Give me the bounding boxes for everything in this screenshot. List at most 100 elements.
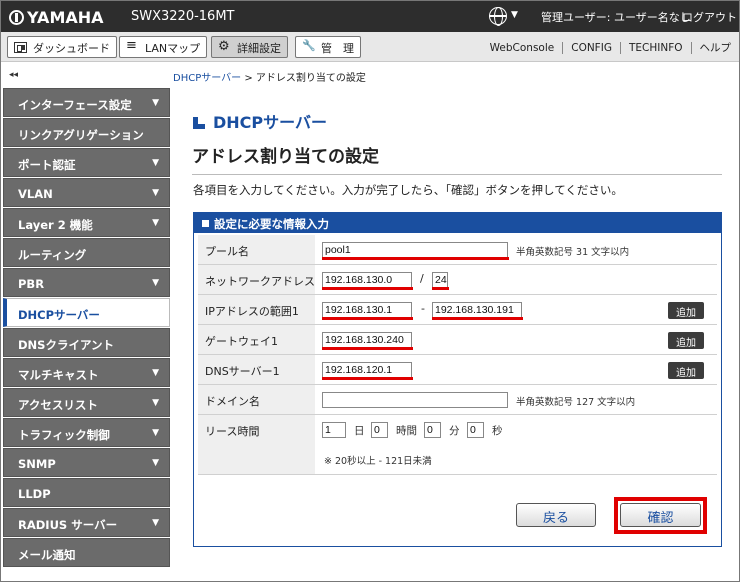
sidebar-item-vlan[interactable]: VLAN ▼ bbox=[3, 178, 170, 207]
add-range-button[interactable]: 追加 bbox=[668, 302, 704, 319]
sidebar-item-multicast[interactable]: マルチキャスト ▼ bbox=[3, 358, 170, 387]
row-network-address: ネットワークアドレス 192.168.130.0 / 24 bbox=[198, 265, 717, 295]
sidebar-item-link-aggregation[interactable]: リンクアグリゲーション bbox=[3, 118, 170, 147]
section-title-text: DHCPサーバー bbox=[213, 113, 327, 132]
gateway-input[interactable]: 192.168.130.240 bbox=[322, 332, 412, 348]
ip-range-end-input[interactable]: 192.168.130.191 bbox=[432, 302, 522, 318]
section-square-icon bbox=[193, 116, 206, 129]
domain-name-input[interactable] bbox=[322, 392, 508, 408]
chevron-down-icon: ▼ bbox=[152, 458, 159, 468]
page-description: 各項目を入力してください。入力が完了したら、「確認」ボタンを押してください。 bbox=[193, 183, 623, 197]
sidebar-item-label: LLDP bbox=[18, 487, 51, 501]
confirm-button[interactable]: 確認 bbox=[620, 503, 701, 527]
panel-square-icon bbox=[202, 220, 209, 227]
sidebar-item-traffic-control[interactable]: トラフィック制御 ▼ bbox=[3, 418, 170, 447]
highlight-underline bbox=[322, 347, 413, 350]
model-name: SWX3220-16MT bbox=[131, 9, 235, 24]
tab-management-label: 管 理 bbox=[321, 42, 354, 55]
lease-hours-input[interactable]: 0 bbox=[371, 422, 388, 438]
lease-minutes-unit: 分 bbox=[449, 425, 460, 437]
sidebar-item-label: リンクアグリゲーション bbox=[18, 128, 144, 142]
sidebar-item-interface-settings[interactable]: インターフェース設定 ▼ bbox=[3, 88, 170, 117]
tab-advanced-settings[interactable]: 詳細設定 bbox=[211, 36, 288, 58]
add-gateway-button[interactable]: 追加 bbox=[668, 332, 704, 349]
yamaha-mark-icon bbox=[9, 10, 24, 25]
sidebar-item-dhcp-server[interactable]: DHCPサーバー bbox=[3, 298, 170, 327]
sidebar-item-label: マルチキャスト bbox=[18, 368, 99, 382]
sidebar-item-port-auth[interactable]: ポート認証 ▼ bbox=[3, 148, 170, 177]
prefix-separator: / bbox=[420, 272, 424, 285]
language-globe-icon[interactable] bbox=[489, 7, 507, 26]
lease-seconds-input[interactable]: 0 bbox=[467, 422, 484, 438]
highlight-underline bbox=[322, 287, 413, 290]
sidebar-item-radius-server[interactable]: RADIUS サーバー ▼ bbox=[3, 508, 170, 537]
sidebar-item-pbr[interactable]: PBR ▼ bbox=[3, 268, 170, 297]
help-link[interactable]: ヘルプ bbox=[690, 42, 739, 54]
tab-dashboard[interactable]: ダッシュボード bbox=[7, 36, 117, 58]
add-dns-button[interactable]: 追加 bbox=[668, 362, 704, 379]
lease-minutes-input[interactable]: 0 bbox=[424, 422, 441, 438]
sidebar-item-label: PBR bbox=[18, 277, 45, 291]
row-pool-name: プール名 pool1 半角英数記号 31 文字以内 bbox=[198, 235, 717, 265]
sidebar-item-lldp[interactable]: LLDP bbox=[3, 478, 170, 507]
main-tab-bar: ダッシュボード LANマップ 詳細設定 管 理 WebConsoleCONFIG… bbox=[1, 32, 739, 62]
tab-lan-map-label: LANマップ bbox=[145, 42, 201, 55]
brand-name: YAMAHA bbox=[27, 8, 104, 27]
sidebar-item-layer2[interactable]: Layer 2 機能 ▼ bbox=[3, 208, 170, 237]
dns-server-label: DNSサーバー1 bbox=[198, 355, 315, 384]
lease-days-input[interactable]: 1 bbox=[322, 422, 346, 438]
breadcrumb-parent-link[interactable]: DHCPサーバー bbox=[173, 73, 241, 84]
range-separator: - bbox=[421, 302, 425, 315]
panel-title: 設定に必要な情報入力 bbox=[214, 217, 329, 231]
sidebar-item-label: アクセスリスト bbox=[18, 398, 98, 412]
back-button[interactable]: 戻る bbox=[516, 503, 596, 527]
ip-range-start-input[interactable]: 192.168.130.1 bbox=[322, 302, 412, 318]
pool-name-input[interactable]: pool1 bbox=[322, 242, 508, 258]
dns-server-input[interactable]: 192.168.120.1 bbox=[322, 362, 412, 378]
row-gateway: ゲートウェイ1 192.168.130.240 追加 bbox=[198, 325, 717, 355]
gear-icon bbox=[218, 39, 231, 54]
chevron-down-icon: ▼ bbox=[152, 518, 159, 528]
logout-link[interactable]: ログアウト bbox=[682, 9, 737, 25]
webconsole-link[interactable]: WebConsole bbox=[482, 42, 563, 54]
dashboard-icon bbox=[14, 42, 27, 53]
lease-time-note: ※ 20秒以上 - 121日未満 bbox=[324, 456, 432, 467]
sidebar-item-mail-notification[interactable]: メール通知 bbox=[3, 538, 170, 567]
app-window: YAMAHA SWX3220-16MT ▼ 管理ユーザー: ユーザー名なし ログ… bbox=[0, 0, 740, 582]
domain-name-note: 半角英数記号 127 文字以内 bbox=[516, 397, 636, 408]
highlight-underline bbox=[322, 377, 413, 380]
row-domain-name: ドメイン名 半角英数記号 127 文字以内 bbox=[198, 385, 717, 415]
sidebar-item-access-list[interactable]: アクセスリスト ▼ bbox=[3, 388, 170, 417]
chevron-down-icon: ▼ bbox=[152, 368, 159, 378]
highlight-underline bbox=[432, 287, 449, 290]
sidebar-item-routing[interactable]: ルーティング bbox=[3, 238, 170, 267]
sidebar-collapse-icon[interactable]: ◂◂ bbox=[9, 70, 18, 80]
network-address-label: ネットワークアドレス bbox=[198, 265, 315, 294]
page-title: アドレス割り当ての設定 bbox=[192, 147, 379, 167]
top-header: YAMAHA SWX3220-16MT ▼ 管理ユーザー: ユーザー名なし ログ… bbox=[1, 1, 739, 32]
config-link[interactable]: CONFIG bbox=[562, 42, 620, 54]
tab-dashboard-label: ダッシュボード bbox=[33, 42, 110, 55]
chevron-down-icon: ▼ bbox=[152, 278, 159, 288]
yamaha-logo: YAMAHA bbox=[9, 8, 104, 27]
chevron-down-icon[interactable]: ▼ bbox=[511, 10, 518, 20]
breadcrumb: DHCPサーバー > アドレス割り当ての設定 bbox=[173, 69, 366, 84]
breadcrumb-current: アドレス割り当ての設定 bbox=[255, 73, 366, 84]
sidebar-item-label: ポート認証 bbox=[18, 158, 76, 172]
chevron-down-icon: ▼ bbox=[152, 158, 159, 168]
sidebar-item-snmp[interactable]: SNMP ▼ bbox=[3, 448, 170, 477]
pool-name-label: プール名 bbox=[198, 235, 315, 264]
tab-management[interactable]: 管 理 bbox=[295, 36, 361, 58]
chevron-down-icon: ▼ bbox=[152, 428, 159, 438]
breadcrumb-separator: > bbox=[241, 73, 256, 84]
tab-lan-map[interactable]: LANマップ bbox=[119, 36, 208, 58]
prefix-length-input[interactable]: 24 bbox=[432, 272, 448, 288]
sidebar-item-label: トラフィック制御 bbox=[18, 428, 110, 442]
techinfo-link[interactable]: TECHINFO bbox=[619, 42, 691, 54]
sidebar-item-label: ルーティング bbox=[18, 248, 87, 262]
ip-range-label: IPアドレスの範囲1 bbox=[198, 295, 315, 324]
sidebar-item-label: SNMP bbox=[18, 457, 56, 471]
network-address-input[interactable]: 192.168.130.0 bbox=[322, 272, 412, 288]
sidebar-item-dns-client[interactable]: DNSクライアント bbox=[3, 328, 170, 357]
sidebar-item-label: インターフェース設定 bbox=[18, 98, 132, 112]
